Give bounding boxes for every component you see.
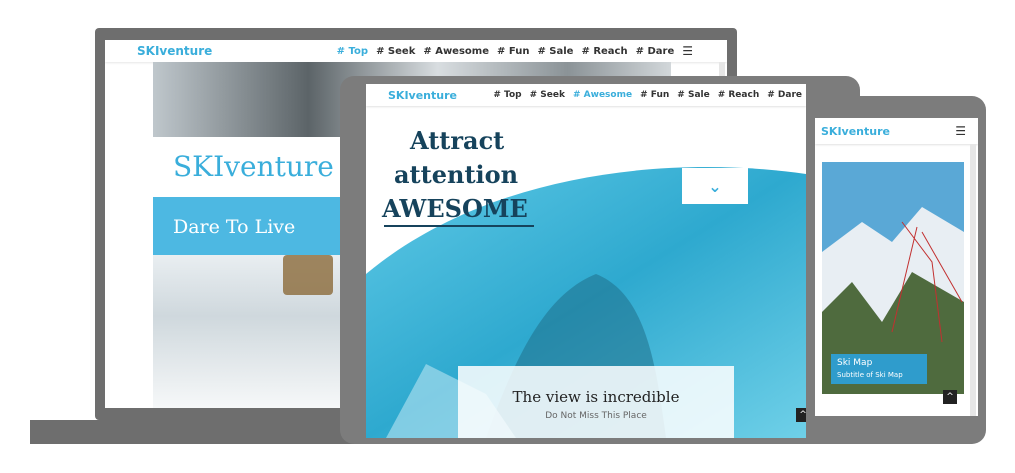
laptop-nav-reach[interactable]: # Reach xyxy=(581,46,627,57)
tablet-nav-seek[interactable]: # Seek xyxy=(530,90,565,100)
tablet-headline-1: Attract xyxy=(410,126,505,155)
tablet-nav-fun[interactable]: # Fun xyxy=(640,90,669,100)
phone-brand[interactable]: SKIventure xyxy=(821,125,890,138)
tablet-brand[interactable]: SKIventure xyxy=(388,89,457,102)
hamburger-icon[interactable]: ☰ xyxy=(682,44,693,58)
tablet-nav: # Top # Seek # Awesome # Fun # Sale # Re… xyxy=(485,90,802,100)
laptop-base xyxy=(30,420,360,444)
laptop-banner-text: Dare To Live xyxy=(173,216,296,238)
phone-scrollbar[interactable] xyxy=(970,144,976,416)
tablet-nav-sale[interactable]: # Sale xyxy=(677,90,709,100)
laptop-nav-seek[interactable]: # Seek xyxy=(376,46,415,57)
tablet-headline-3: AWESOME xyxy=(382,194,528,223)
phone-map-subtitle: Subtitle of Ski Map xyxy=(837,371,903,379)
tablet-card-title: The view is incredible xyxy=(512,388,680,406)
laptop-skier-figure xyxy=(283,255,333,295)
laptop-nav: # Top # Seek # Awesome # Fun # Sale # Re… xyxy=(329,44,693,58)
phone-navbar: SKIventure ☰ xyxy=(815,118,978,144)
laptop-nav-top[interactable]: # Top xyxy=(337,46,368,57)
laptop-nav-fun[interactable]: # Fun xyxy=(497,46,529,57)
chevron-down-icon: ⌄ xyxy=(708,176,722,196)
chevron-up-icon: ^ xyxy=(799,410,806,420)
laptop-nav-dare[interactable]: # Dare xyxy=(636,46,675,57)
tablet-headline-2: attention xyxy=(394,160,519,189)
phone-map-title: Ski Map xyxy=(837,358,873,368)
tablet-headline-underline xyxy=(384,225,534,227)
hamburger-icon[interactable]: ☰ xyxy=(955,124,966,138)
tablet-nav-dare[interactable]: # Dare xyxy=(767,90,802,100)
phone-screen: SKIventure ☰ Ski Map Subtitle of Ski Map… xyxy=(815,118,978,416)
tablet-scroll-tab[interactable]: ⌄ xyxy=(682,168,748,204)
tablet-nav-top[interactable]: # Top xyxy=(493,90,521,100)
tablet-navbar: SKIventure # Top # Seek # Awesome # Fun … xyxy=(366,84,806,106)
laptop-nav-sale[interactable]: # Sale xyxy=(537,46,573,57)
phone-back-to-top[interactable]: ^ xyxy=(943,390,957,404)
tablet-nav-awesome[interactable]: # Awesome xyxy=(573,90,632,100)
tablet-nav-reach[interactable]: # Reach xyxy=(718,90,760,100)
tablet-card-subtitle: Do Not Miss This Place xyxy=(545,411,647,421)
laptop-hero-title: SKIventure xyxy=(173,150,334,183)
laptop-brand[interactable]: SKIventure xyxy=(137,44,212,58)
tablet-screen: SKIventure # Top # Seek # Awesome # Fun … xyxy=(366,84,806,438)
laptop-navbar: SKIventure # Top # Seek # Awesome # Fun … xyxy=(105,40,727,62)
chevron-up-icon: ^ xyxy=(946,392,954,402)
tablet-back-to-top[interactable]: ^ xyxy=(796,408,806,422)
laptop-nav-awesome[interactable]: # Awesome xyxy=(423,46,489,57)
